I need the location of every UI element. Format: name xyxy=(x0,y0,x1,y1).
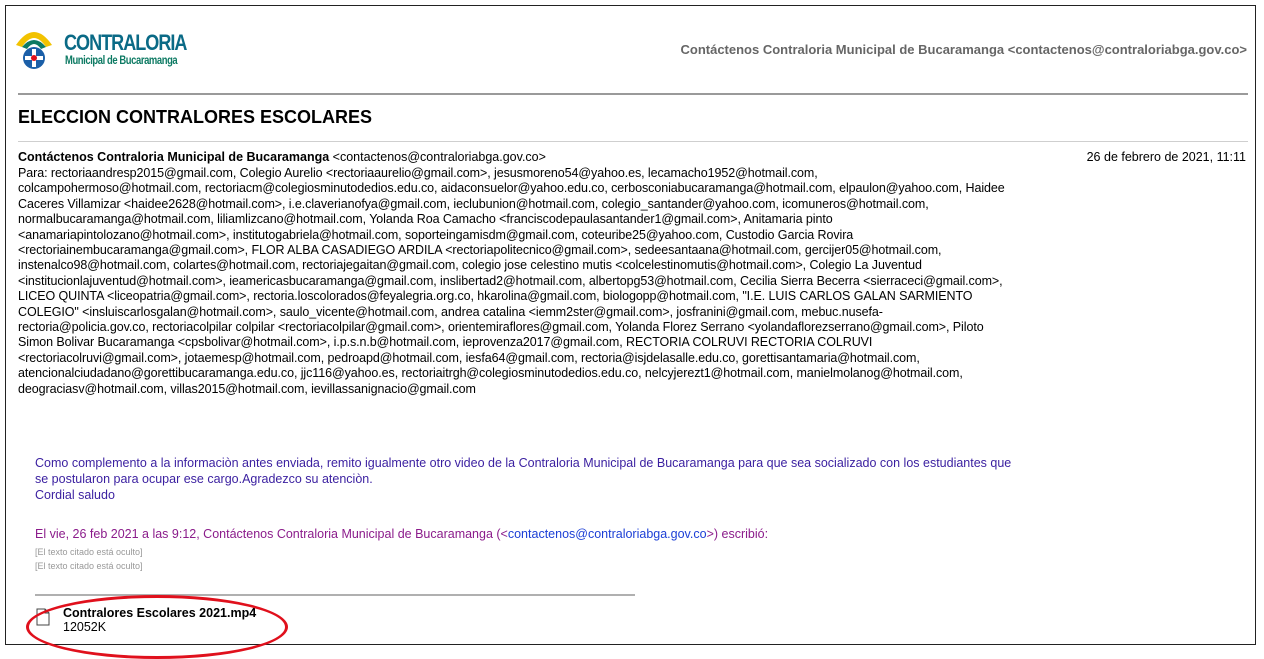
sender-name: Contáctenos Contraloria Municipal de Buc… xyxy=(18,150,330,164)
message-body: Como complemento a la informaciòn antes … xyxy=(35,456,1012,502)
contraloria-logo-icon xyxy=(16,32,52,69)
attachment-highlight-circle xyxy=(26,595,288,659)
recipients-list: Para: rectoriaandresp2015@gmail.com, Col… xyxy=(18,166,1005,396)
quote-email-link[interactable]: contactenos@contraloriabga.gov.co xyxy=(508,527,707,541)
subject-divider xyxy=(18,141,1248,142)
hidden-quoted-text[interactable]: [El texto citado está oculto] xyxy=(35,547,143,557)
email-date: 26 de febrero de 2021, 11:11 xyxy=(1086,150,1246,164)
account-header: Contáctenos Contraloria Municipal de Buc… xyxy=(680,42,1248,57)
quote-header: El vie, 26 feb 2021 a las 9:12, Contácte… xyxy=(35,527,768,541)
quote-prefix: El vie, 26 feb 2021 a las 9:12, Contácte… xyxy=(35,527,508,541)
email-subject: ELECCION CONTRALORES ESCOLARES xyxy=(18,107,373,127)
quote-suffix: >) escribió: xyxy=(706,527,769,541)
sender-line: Contáctenos Contraloria Municipal de Buc… xyxy=(18,150,546,164)
logo-subtitle: Municipal de Bucaramanga xyxy=(65,55,178,67)
sender-email: <contactenos@contraloriabga.gov.co> xyxy=(329,150,546,164)
hidden-quoted-text[interactable]: [El texto citado está oculto] xyxy=(35,561,143,571)
header-divider xyxy=(18,93,1248,95)
logo-title: CONTRALORIA xyxy=(64,30,187,55)
